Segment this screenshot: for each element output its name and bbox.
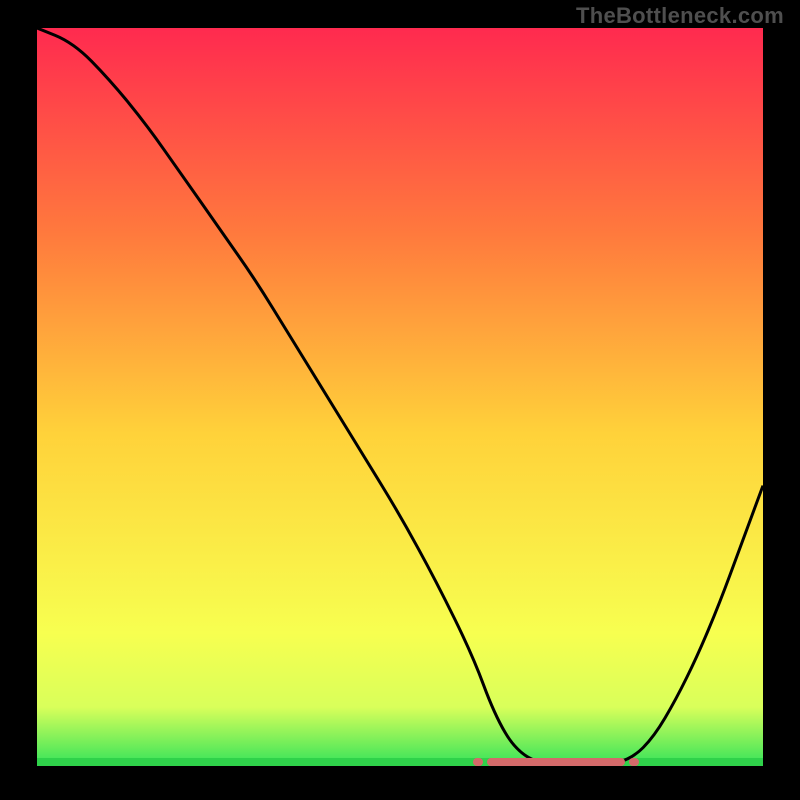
chart-frame: TheBottleneck.com [0,0,800,800]
plot-area [37,28,763,766]
highlight-segment-main [487,758,625,766]
highlight-segment-left [473,758,483,766]
bottleneck-curve-svg [37,28,763,766]
watermark-text: TheBottleneck.com [576,3,784,29]
highlight-segment-right [629,758,639,766]
bottleneck-curve-path [37,28,763,766]
